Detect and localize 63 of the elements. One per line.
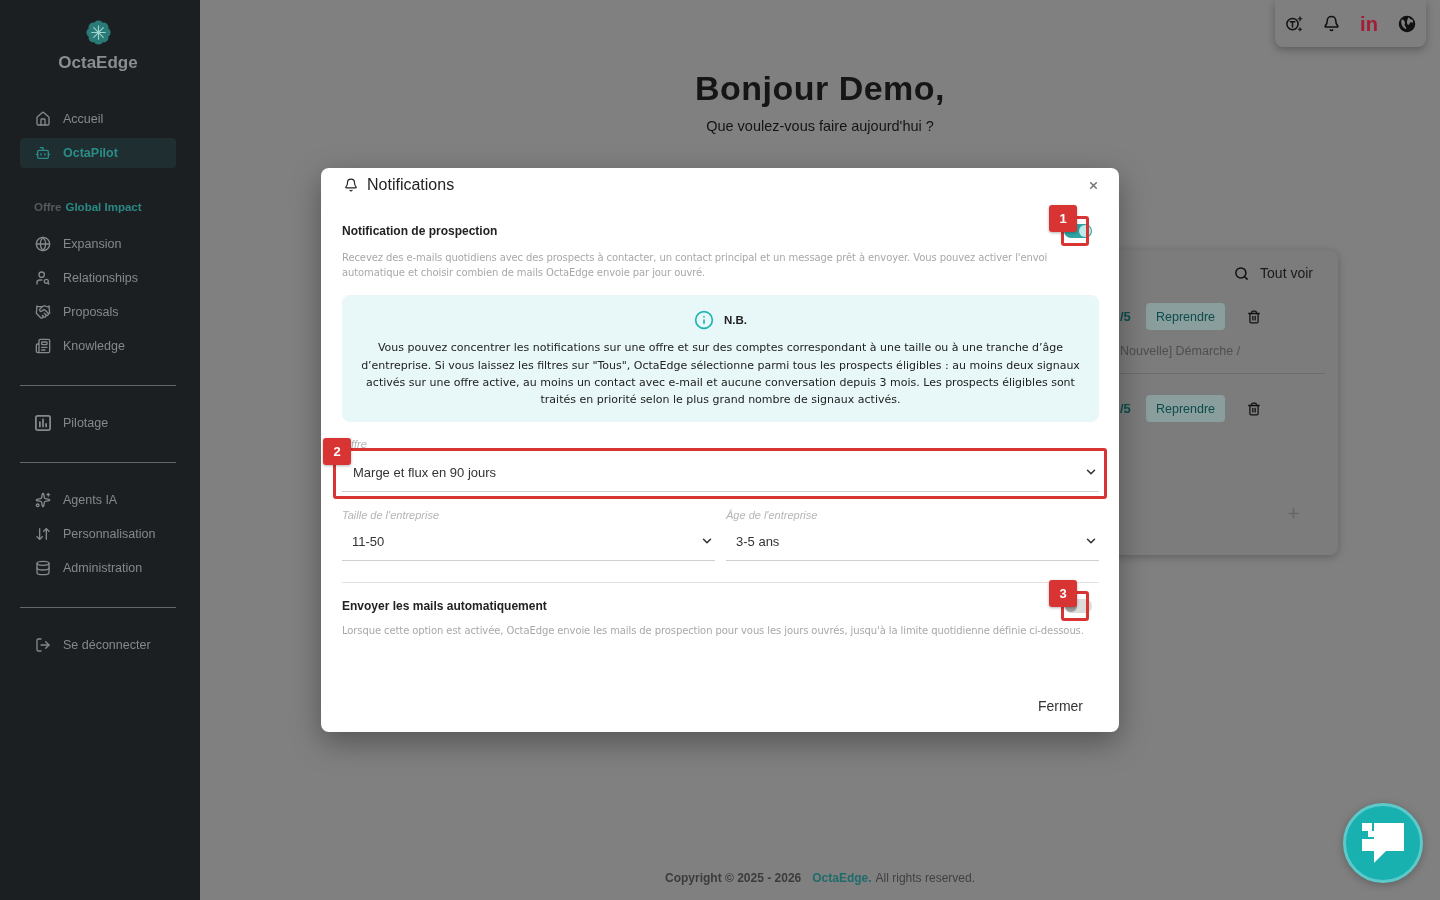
user-search-icon [35,270,51,286]
chat-bubble-icon [1360,821,1406,865]
nav-item[interactable]: Personnalisation [20,519,176,549]
close-button[interactable] [1087,179,1099,192]
close-icon [1087,179,1099,191]
globe-icon[interactable] [1398,14,1416,33]
greeting-title: Bonjour Demo, [693,71,947,105]
section-title: Envoyer les mails automatiquement [342,598,547,613]
globe-icon [35,236,51,252]
rights-text: All rights reserved. [875,871,975,885]
nav-item[interactable]: Accueil [20,104,176,134]
nav-item[interactable]: Expansion [20,229,176,259]
close-text-button[interactable]: Fermer [1021,687,1099,724]
section-title: Notification de prospection [342,224,498,239]
sparkles-icon [35,492,51,508]
field-label: ffre [350,437,368,450]
search-icon [1234,265,1250,281]
nav-item[interactable]: Administration [20,553,176,583]
greeting-subtitle: Que voulez-vous faire aujourd'hui ? [705,117,935,135]
trash-icon[interactable] [1247,401,1262,416]
text-sparkle-icon[interactable] [1285,14,1303,33]
info-title: N.B. [724,314,747,327]
bell-icon[interactable] [1323,15,1340,32]
section-label: Offre [34,201,62,213]
info-icon [694,310,714,331]
dialog-title: Notifications [367,176,455,195]
trash-icon[interactable] [1247,309,1262,324]
robot-icon [35,145,51,161]
logout-icon [35,637,51,653]
nav-item[interactable]: Proposals [20,297,176,327]
logo-icon [85,20,111,45]
progress-text: /5 [1120,309,1132,324]
nav-item[interactable]: OctaPilot [20,138,176,168]
nav-item[interactable]: Se déconnecter [20,630,176,660]
nav-item[interactable]: Agents IA [20,485,176,515]
bell-icon [344,178,358,193]
callout-badge: 1 [1049,205,1077,233]
nav-item[interactable]: Pilotage [20,408,176,438]
home-icon [35,111,51,127]
callout-badge: 3 [1049,579,1077,607]
resume-button[interactable]: Reprendre [1146,395,1226,422]
filter-select[interactable]: 11-50 [342,522,715,561]
arrows-up-down-icon [35,526,51,542]
progress-text: /5 [1120,401,1132,416]
offer-name: Global Impact [65,201,142,213]
field-label: Âge de l'entreprise [726,508,819,521]
nav-item[interactable]: Knowledge [20,331,176,361]
nav-item[interactable]: Relationships [20,263,176,293]
info-text: Vous pouvez concentrer les notifications sur une offre et sur des comptes correspondant à une taille ou à une tranche d’âge d’entreprise. Si vous laissez les filtres sur "Tous", OctaEdge sélectionne parmi tous les prospects éligibles : au moins deux signaux activés sur une offre active, au moins un contact avec e-mail et aucune conversation depuis 3 mois. Les prospects éligibles sont traités en priorité selon le plus grand nombre de signaux activés. [360,340,1081,409]
callout-badge: 2 [323,437,351,465]
database-icon [35,560,51,576]
brand-name: OctaEdge [58,53,138,73]
field-label: Taille de l'entreprise [342,508,441,521]
resume-button[interactable]: Reprendre [1146,303,1226,330]
bar-chart-icon [35,415,51,431]
section-description: Lorsque cette option est activée, OctaEdge envoie les mails de prospection pour vous les jours ouvrés, jusqu'à la limite quotidienne définie ci-dessous. [342,623,1085,638]
copyright-text: Copyright © 2025 - 2026 [665,871,802,885]
chat-button[interactable] [1343,803,1423,883]
view-all-button[interactable]: Tout voir [1234,263,1313,283]
newspaper-icon [35,338,51,354]
filter-select[interactable]: 3-5 ans [726,522,1099,561]
handshake-icon [35,304,51,320]
section-description: Recevez des e-mails quotidiens avec des prospects à contacter, un contact principal et un message prêt à envoyer. Vous pouvez activer l'envoi automatique et choisir combien de mails OctaEdge envoie par jour ouvré. [342,251,1049,281]
